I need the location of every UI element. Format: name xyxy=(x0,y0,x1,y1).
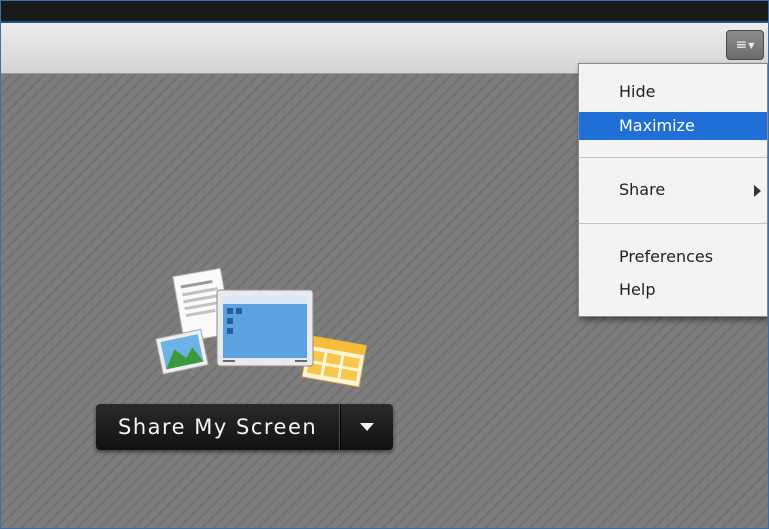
app-window: ≡ ▼ Share My Screen Hide Maximize Share … xyxy=(0,0,769,529)
photo-icon xyxy=(155,328,209,375)
list-menu-icon: ≡ xyxy=(735,37,748,53)
menu-item-maximize[interactable]: Maximize xyxy=(579,112,767,140)
chevron-down-icon: ▼ xyxy=(748,40,755,50)
title-bar xyxy=(1,1,768,23)
pod-options-button[interactable]: ≡ ▼ xyxy=(726,30,764,60)
menu-item-share-label: Share xyxy=(619,180,666,199)
share-illustration xyxy=(155,267,367,388)
menu-separator xyxy=(579,157,767,158)
menu-item-help[interactable]: Help xyxy=(579,276,767,304)
menu-item-share[interactable]: Share xyxy=(579,176,767,204)
share-my-screen-button-group: Share My Screen xyxy=(96,404,394,450)
pod-options-menu: Hide Maximize Share Preferences Help xyxy=(578,63,768,317)
menu-separator xyxy=(579,223,767,224)
share-my-screen-button[interactable]: Share My Screen xyxy=(96,404,341,450)
menu-item-hide[interactable]: Hide xyxy=(579,78,767,106)
share-options-dropdown-button[interactable] xyxy=(340,404,393,450)
menu-item-preferences[interactable]: Preferences xyxy=(579,243,767,271)
caret-down-icon xyxy=(360,423,375,431)
submenu-arrow-icon xyxy=(754,185,761,197)
monitor-icon xyxy=(216,289,314,367)
